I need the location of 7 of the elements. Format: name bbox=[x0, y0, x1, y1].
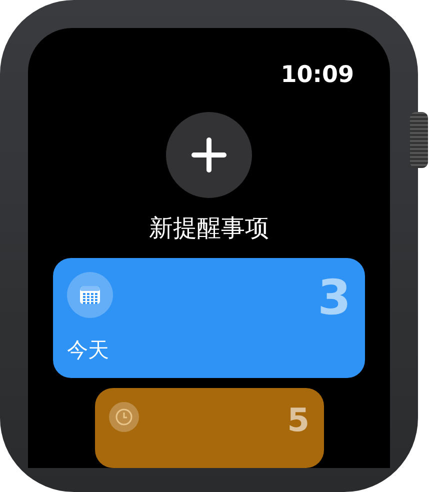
list-count: 5 bbox=[287, 404, 310, 436]
list-card[interactable]: 3 今天 bbox=[53, 258, 365, 378]
list-name: 今天 bbox=[67, 337, 110, 364]
new-reminder-label: 新提醒事项 bbox=[149, 213, 269, 244]
list-count: 3 bbox=[318, 274, 351, 322]
time: 10:09 bbox=[280, 62, 354, 88]
list-card[interactable]: 5 bbox=[94, 388, 324, 468]
